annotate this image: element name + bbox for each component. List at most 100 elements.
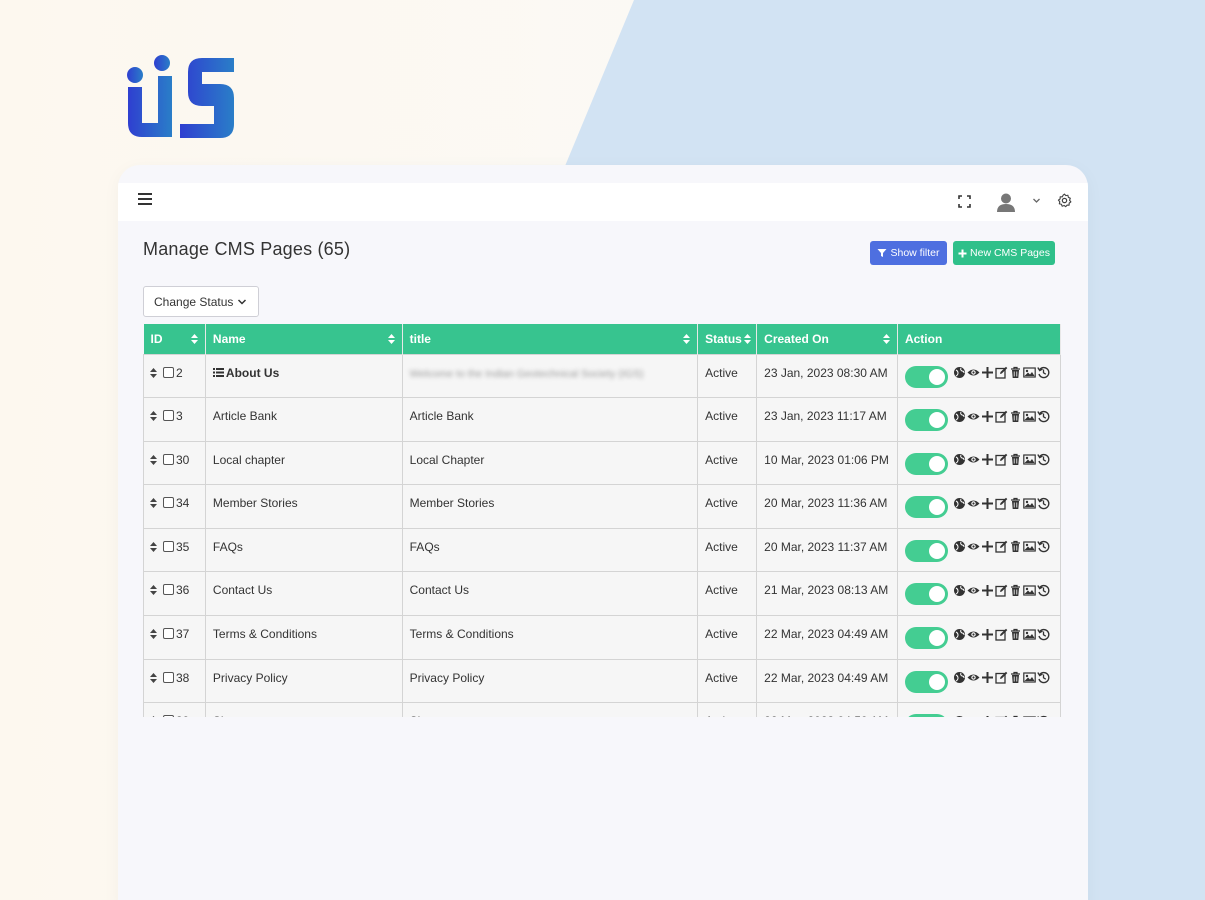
drag-sort-icon[interactable] (150, 629, 157, 640)
table-row[interactable]: 30 Local chapter Local Chapter Active 10… (143, 440, 1061, 486)
history-icon[interactable] (1037, 453, 1050, 466)
drag-sort-icon[interactable] (150, 716, 157, 717)
image-icon[interactable] (1023, 540, 1036, 553)
eye-icon[interactable] (967, 410, 980, 423)
trash-icon[interactable] (1009, 497, 1022, 510)
eye-icon[interactable] (967, 628, 980, 641)
table-row[interactable]: 36 Contact Us Contact Us Active 21 Mar, … (143, 571, 1061, 617)
trash-icon[interactable] (1009, 366, 1022, 379)
status-toggle[interactable] (904, 409, 948, 432)
edit-icon[interactable] (995, 628, 1008, 641)
plus-icon[interactable] (981, 453, 994, 466)
row-checkbox[interactable] (163, 540, 174, 552)
plus-icon[interactable] (981, 628, 994, 641)
drag-sort-icon[interactable] (150, 411, 157, 422)
status-toggle[interactable] (904, 670, 948, 693)
status-toggle[interactable] (904, 365, 948, 388)
status-toggle[interactable] (904, 539, 948, 562)
drag-sort-icon[interactable] (150, 454, 157, 465)
history-icon[interactable] (1037, 410, 1050, 423)
history-icon[interactable] (1037, 540, 1050, 553)
history-icon[interactable] (1037, 671, 1050, 684)
plus-icon[interactable] (981, 540, 994, 553)
image-icon[interactable] (1023, 671, 1036, 684)
globe-icon[interactable] (953, 715, 966, 717)
status-toggle[interactable] (904, 583, 948, 606)
edit-icon[interactable] (995, 715, 1008, 717)
image-icon[interactable] (1023, 715, 1036, 717)
edit-icon[interactable] (995, 410, 1008, 423)
globe-icon[interactable] (953, 366, 966, 379)
row-checkbox[interactable] (163, 671, 174, 683)
plus-icon[interactable] (981, 584, 994, 597)
image-icon[interactable] (1023, 628, 1036, 641)
column-header-title[interactable]: title (402, 324, 699, 354)
table-row[interactable]: 34 Member Stories Member Stories Active … (143, 484, 1061, 529)
trash-icon[interactable] (1009, 715, 1022, 717)
table-row[interactable]: 38 Privacy Policy Privacy Policy Active … (143, 658, 1061, 704)
row-checkbox[interactable] (163, 715, 174, 717)
new-cms-page-button[interactable]: New CMS Pages (953, 241, 1055, 265)
sort-icon[interactable] (387, 334, 395, 344)
plus-icon[interactable] (981, 366, 994, 379)
plus-icon[interactable] (981, 715, 994, 717)
status-toggle[interactable] (904, 452, 948, 475)
image-icon[interactable] (1023, 584, 1036, 597)
eye-icon[interactable] (967, 540, 980, 553)
change-status-dropdown[interactable]: Change Status (143, 286, 259, 317)
history-icon[interactable] (1037, 628, 1050, 641)
trash-icon[interactable] (1009, 410, 1022, 423)
history-icon[interactable] (1037, 584, 1050, 597)
image-icon[interactable] (1023, 410, 1036, 423)
sort-icon[interactable] (190, 334, 198, 344)
status-toggle[interactable] (904, 627, 948, 650)
trash-icon[interactable] (1009, 671, 1022, 684)
status-toggle[interactable] (904, 496, 948, 519)
drag-sort-icon[interactable] (150, 541, 157, 552)
edit-icon[interactable] (995, 366, 1008, 379)
eye-icon[interactable] (967, 366, 980, 379)
drag-sort-icon[interactable] (150, 672, 157, 683)
globe-icon[interactable] (953, 628, 966, 641)
table-row[interactable]: 2 About Us Welcome to the Indian Geotech… (143, 353, 1061, 399)
trash-icon[interactable] (1009, 628, 1022, 641)
column-header-name[interactable]: Name (205, 324, 403, 354)
edit-icon[interactable] (995, 584, 1008, 597)
edit-icon[interactable] (995, 453, 1008, 466)
globe-icon[interactable] (953, 671, 966, 684)
table-row[interactable]: 35 FAQs FAQs Active 20 Mar, 2023 11:37 A… (143, 527, 1061, 573)
sort-icon[interactable] (882, 334, 890, 344)
eye-icon[interactable] (967, 453, 980, 466)
eye-icon[interactable] (967, 497, 980, 510)
row-checkbox[interactable] (163, 628, 174, 640)
sort-icon[interactable] (744, 334, 752, 344)
column-header-created-on[interactable]: Created On (756, 324, 898, 354)
history-icon[interactable] (1037, 715, 1050, 717)
image-icon[interactable] (1023, 453, 1036, 466)
column-header-id[interactable]: ID (143, 324, 206, 354)
row-checkbox[interactable] (163, 453, 174, 465)
globe-icon[interactable] (953, 410, 966, 423)
eye-icon[interactable] (967, 584, 980, 597)
eye-icon[interactable] (967, 671, 980, 684)
globe-icon[interactable] (953, 540, 966, 553)
table-row[interactable]: 37 Terms & Conditions Terms & Conditions… (143, 615, 1061, 660)
edit-icon[interactable] (995, 497, 1008, 510)
show-filter-button[interactable]: Show filter (870, 241, 947, 265)
table-row[interactable]: 3 Article Bank Article Bank Active 23 Ja… (143, 397, 1061, 442)
table-row[interactable]: 39 Sitemap Sitemap Active 22 Mar, 2023 0… (143, 702, 1061, 717)
plus-icon[interactable] (981, 410, 994, 423)
trash-icon[interactable] (1009, 584, 1022, 597)
globe-icon[interactable] (953, 584, 966, 597)
row-checkbox[interactable] (163, 410, 174, 422)
row-checkbox[interactable] (163, 497, 174, 509)
status-toggle[interactable] (904, 714, 948, 717)
hamburger-menu-icon[interactable] (138, 193, 152, 207)
row-checkbox[interactable] (163, 366, 174, 378)
drag-sort-icon[interactable] (150, 367, 157, 378)
gear-icon[interactable] (1057, 193, 1072, 208)
user-avatar-icon[interactable] (995, 191, 1017, 213)
trash-icon[interactable] (1009, 540, 1022, 553)
sort-icon[interactable] (683, 334, 691, 344)
trash-icon[interactable] (1009, 453, 1022, 466)
